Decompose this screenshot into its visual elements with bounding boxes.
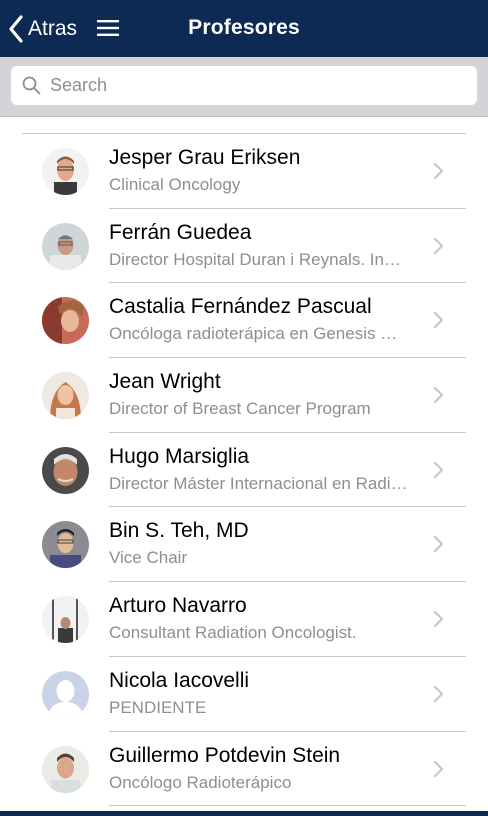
list-item[interactable]: Arturo Navarro Consultant Radiation Onco… [0, 582, 488, 657]
search-field[interactable] [11, 66, 477, 105]
professor-name: Guillermo Potdevin Stein [109, 743, 341, 767]
professor-name: Jesper Grau Eriksen [109, 146, 301, 169]
list-item[interactable]: Ferrán Guedea Director Hospital Duran i … [0, 209, 488, 284]
navigation-bar: Atras Profesores [0, 0, 488, 57]
list-item[interactable]: Jean Wright Director of Breast Cancer Pr… [0, 358, 488, 433]
list-item[interactable]: Nicola Iacovelli PENDIENTE [0, 657, 488, 732]
chevron-right-icon [433, 685, 444, 702]
page-title: Profesores [188, 16, 300, 39]
chevron-right-icon [433, 386, 444, 404]
professor-name: Ferrán Guedea [109, 220, 252, 244]
avatar [42, 596, 89, 644]
professor-name: Hugo Marsiglia [109, 444, 250, 468]
professor-list: Jesper Grau Eriksen Clinical Oncology Fe… [0, 134, 488, 807]
professor-subtitle: Consultant Radiation Oncologist. [109, 623, 357, 643]
professor-subtitle: Clinical Oncology [109, 175, 241, 194]
search-input[interactable] [50, 75, 450, 96]
professor-subtitle: PENDIENTE [109, 697, 207, 717]
chevron-right-icon [433, 760, 444, 777]
list-item[interactable]: Guillermo Potdevin Stein Oncólogo Radiot… [0, 732, 488, 807]
professor-subtitle: Oncóloga radioterápica en Genesis Care [109, 324, 409, 344]
professor-name: Jean Wright [109, 370, 221, 394]
search-icon [22, 76, 41, 95]
avatar [42, 297, 89, 345]
avatar [42, 521, 89, 569]
avatar [42, 745, 89, 793]
list-item[interactable]: Jesper Grau Eriksen Clinical Oncology [0, 134, 488, 209]
professor-name: Nicola Iacovelli [109, 668, 250, 692]
chevron-right-icon [433, 536, 444, 553]
chevron-right-icon [433, 162, 444, 180]
avatar [42, 148, 89, 195]
avatar [42, 670, 89, 718]
professor-subtitle: Vice Chair [109, 548, 188, 568]
chevron-right-icon [433, 461, 444, 478]
avatar [42, 222, 89, 270]
list-item[interactable]: Hugo Marsiglia Director Máster Internaci… [0, 433, 488, 508]
avatar [42, 372, 89, 420]
chevron-right-icon [433, 611, 444, 628]
professor-subtitle: Oncólogo Radioterápico [109, 772, 292, 792]
professor-subtitle: Director Hospital Duran i Reynals. Insti… [109, 249, 409, 269]
avatar [42, 446, 89, 494]
chevron-right-icon [433, 312, 444, 329]
professor-name: Castalia Fernández Pascual [109, 295, 372, 319]
professor-subtitle: Director of Breast Cancer Program [109, 399, 371, 419]
professor-name: Bin S. Teh, MD [109, 519, 249, 543]
search-bar [0, 57, 488, 117]
row-divider [109, 805, 466, 807]
professor-subtitle: Director Máster Internacional en Radiote… [109, 473, 409, 493]
professor-name: Arturo Navarro [109, 594, 247, 618]
bottom-bar [0, 811, 488, 816]
list-item[interactable]: Castalia Fernández Pascual Oncóloga radi… [0, 283, 488, 359]
list-item[interactable]: Bin S. Teh, MD Vice Chair [0, 507, 488, 583]
chevron-right-icon [433, 237, 444, 254]
